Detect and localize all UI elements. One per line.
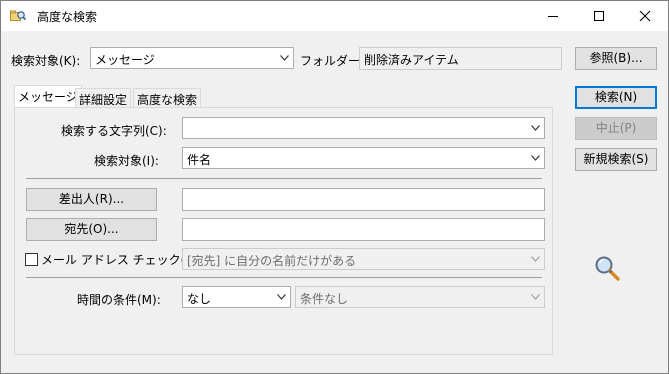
search-target-select[interactable]: メッセージ <box>90 47 294 69</box>
folder-value: 削除済みアイテム <box>364 53 459 67</box>
chevron-down-icon <box>527 249 544 269</box>
maximize-button[interactable] <box>576 1 622 31</box>
title-bar: 高度な検索 <box>1 1 668 31</box>
close-icon <box>639 10 651 22</box>
tab-messages[interactable]: メッセージ <box>14 85 82 108</box>
to-input[interactable] <box>182 218 545 241</box>
chevron-down-icon <box>273 287 290 307</box>
search-button[interactable]: 検索(N) <box>575 86 657 109</box>
search-in-value: 件名 <box>187 153 212 167</box>
chevron-down-icon <box>527 287 544 307</box>
chevron-down-icon <box>527 118 544 138</box>
search-text-label: 検索する文字列(C): <box>61 124 167 138</box>
time-condition-value: 条件なし <box>300 292 349 306</box>
folder-label: フォルダー: <box>300 54 365 68</box>
search-target-label: 検索対象(K): <box>11 54 81 68</box>
tab-more-choices[interactable]: 詳細設定 <box>75 88 132 108</box>
time-condition-select: 条件なし <box>295 286 545 308</box>
search-text-input[interactable] <box>182 117 545 139</box>
search-in-label: 検索対象(I): <box>94 154 159 168</box>
stop-button: 中止(P) <box>575 117 657 140</box>
chevron-down-icon <box>527 148 544 168</box>
app-icon <box>10 9 27 23</box>
advanced-find-window: 高度な検索 検索対象(K): メッセージ フォルダー: 削除済みアイテム 参照(… <box>0 0 669 374</box>
search-in-select[interactable]: 件名 <box>182 147 545 169</box>
new-search-button[interactable]: 新規検索(S) <box>575 148 657 171</box>
close-button[interactable] <box>622 1 668 31</box>
browse-button[interactable]: 参照(B)... <box>575 47 657 70</box>
magnifier-icon <box>593 254 621 285</box>
mail-address-check-value: [宛先] に自分の名前だけがある <box>187 254 357 268</box>
time-select[interactable]: なし <box>182 286 291 308</box>
minimize-icon <box>548 16 558 17</box>
mail-address-check-select: [宛先] に自分の名前だけがある <box>182 248 545 270</box>
to-button[interactable]: 宛先(O)... <box>26 218 157 241</box>
time-label: 時間の条件(M): <box>77 293 161 307</box>
from-button[interactable]: 差出人(R)... <box>26 188 157 211</box>
window-title: 高度な検索 <box>37 10 98 24</box>
minimize-button[interactable] <box>530 1 576 31</box>
chevron-down-icon <box>276 48 293 68</box>
mail-address-check-checkbox[interactable] <box>25 253 38 266</box>
separator <box>26 178 542 179</box>
folder-field: 削除済みアイテム <box>359 47 562 70</box>
maximize-icon <box>594 11 604 21</box>
search-target-value: メッセージ <box>95 53 155 67</box>
time-value: なし <box>187 292 212 306</box>
separator <box>26 277 542 278</box>
from-input[interactable] <box>182 188 545 211</box>
tab-advanced[interactable]: 高度な検索 <box>133 88 202 108</box>
